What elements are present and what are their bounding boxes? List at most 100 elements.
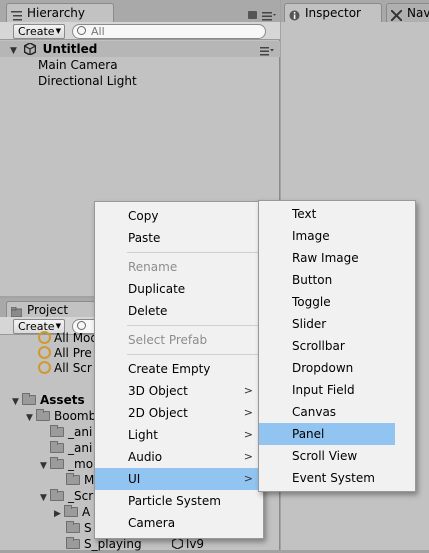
tree-item[interactable]: _ani bbox=[50, 440, 92, 456]
submenu-item-label: Button bbox=[292, 273, 333, 287]
submenu-item-dropdown[interactable]: Dropdown bbox=[259, 357, 415, 379]
tree-label: M bbox=[84, 473, 95, 487]
hierarchy-list-icon bbox=[11, 8, 22, 21]
hierarchy-options-icon[interactable] bbox=[262, 10, 276, 21]
tab-hierarchy-label: Hierarchy bbox=[27, 6, 86, 20]
menu-item-label: Paste bbox=[128, 231, 161, 245]
folder-icon bbox=[22, 393, 36, 405]
search-favorite-icon bbox=[38, 346, 51, 359]
submenu-item-event-system[interactable]: Event System bbox=[259, 467, 415, 489]
tree-item[interactable]: _ani bbox=[50, 424, 92, 440]
search-favorite-icon bbox=[38, 331, 51, 344]
tree-label: _ani bbox=[68, 425, 93, 439]
hierarchy-item[interactable]: Directional Light bbox=[38, 73, 137, 89]
folder-icon bbox=[50, 457, 64, 469]
menu-item-label: Camera bbox=[128, 516, 176, 530]
expand-arrow-icon: ▼ bbox=[26, 413, 33, 423]
menu-item-label: Particle System bbox=[128, 494, 221, 508]
favorite-item[interactable]: All Mod bbox=[38, 330, 98, 346]
menu-separator bbox=[127, 325, 259, 326]
submenu-item-label: Panel bbox=[292, 427, 325, 441]
submenu-item-panel[interactable]: Panel bbox=[259, 423, 395, 445]
menu-item-2d-object[interactable]: 2D Object > bbox=[95, 402, 263, 424]
tab-navigation-label: Nav bbox=[407, 6, 429, 20]
hierarchy-search-input[interactable]: All bbox=[72, 24, 266, 39]
menu-item-select-prefab: Select Prefab bbox=[95, 329, 263, 351]
submenu-item-image[interactable]: Image bbox=[259, 225, 415, 247]
tree-label: _ani bbox=[68, 441, 93, 455]
unity-scene-icon bbox=[23, 42, 37, 56]
submenu-item-label: Toggle bbox=[292, 295, 331, 309]
menu-item-particle-system[interactable]: Particle System bbox=[95, 490, 263, 512]
folder-icon bbox=[50, 489, 64, 501]
favorite-label: All Mod bbox=[54, 331, 99, 345]
menu-item-3d-object[interactable]: 3D Object > bbox=[95, 380, 263, 402]
tree-label: A bbox=[82, 505, 91, 519]
submenu-item-canvas[interactable]: Canvas bbox=[259, 401, 415, 423]
folder-icon bbox=[50, 425, 64, 437]
search-favorite-icon bbox=[38, 361, 51, 374]
project-file-label: lv9 bbox=[186, 537, 205, 551]
menu-item-label: UI bbox=[128, 472, 141, 486]
tab-inspector[interactable]: Inspector bbox=[284, 3, 382, 23]
chevron-right-icon: > bbox=[243, 406, 253, 419]
folder-icon bbox=[10, 305, 23, 318]
submenu-item-input-field[interactable]: Input Field bbox=[259, 379, 415, 401]
submenu-item-label: Input Field bbox=[292, 383, 355, 397]
navigation-icon bbox=[390, 8, 403, 22]
menu-item-label: 2D Object bbox=[128, 406, 188, 420]
search-icon bbox=[77, 26, 86, 35]
tree-label: _Scr bbox=[68, 489, 94, 503]
menu-item-ui[interactable]: UI > bbox=[95, 468, 263, 490]
tab-navigation[interactable]: Nav bbox=[386, 3, 429, 23]
submenu-item-toggle[interactable]: Toggle bbox=[259, 291, 415, 313]
submenu-item-raw-image[interactable]: Raw Image bbox=[259, 247, 415, 269]
tab-hierarchy[interactable]: Hierarchy bbox=[6, 3, 114, 23]
tree-label: S_playing bbox=[84, 537, 142, 551]
folder-icon bbox=[36, 409, 50, 421]
hierarchy-create-label: Create bbox=[18, 25, 55, 38]
menu-item-label: Delete bbox=[128, 304, 168, 318]
menu-item-create-empty[interactable]: Create Empty bbox=[95, 358, 263, 380]
chevron-right-icon: > bbox=[243, 472, 253, 485]
submenu-item-text[interactable]: Text bbox=[259, 203, 415, 225]
ui-submenu: Text Image Raw Image Button Toggle Slide… bbox=[258, 200, 416, 492]
tree-label: _mo bbox=[68, 457, 94, 471]
chevron-right-icon: > bbox=[243, 384, 253, 397]
expand-arrow-icon: ▼ bbox=[40, 461, 47, 471]
menu-item-delete[interactable]: Delete bbox=[95, 300, 263, 322]
context-menu: Copy Paste Rename Duplicate Delete Selec… bbox=[94, 201, 264, 539]
hierarchy-create-button[interactable]: Create ▼ bbox=[13, 24, 65, 39]
menu-item-paste[interactable]: Paste bbox=[95, 227, 263, 249]
folder-icon bbox=[66, 537, 80, 549]
hierarchy-item[interactable]: Main Camera bbox=[38, 57, 118, 73]
favorite-item[interactable]: All Scr bbox=[38, 360, 92, 376]
scene-options-icon[interactable] bbox=[260, 45, 274, 56]
tab-project-label: Project bbox=[27, 303, 69, 317]
submenu-item-label: Scroll View bbox=[292, 449, 358, 463]
menu-item-duplicate[interactable]: Duplicate bbox=[95, 278, 263, 300]
favorite-item[interactable]: All Pre bbox=[38, 345, 92, 361]
menu-item-label: Light bbox=[128, 428, 158, 442]
menu-item-label: Audio bbox=[128, 450, 163, 464]
hierarchy-search-placeholder: All bbox=[91, 25, 105, 38]
submenu-item-label: Raw Image bbox=[292, 251, 359, 265]
menu-item-light[interactable]: Light > bbox=[95, 424, 263, 446]
submenu-item-scrollbar[interactable]: Scrollbar bbox=[259, 335, 415, 357]
menu-item-audio[interactable]: Audio > bbox=[95, 446, 263, 468]
tree-item[interactable]: M bbox=[66, 472, 94, 488]
chevron-right-icon: > bbox=[243, 450, 253, 463]
submenu-item-scroll-view[interactable]: Scroll View bbox=[259, 445, 415, 467]
tree-item[interactable]: S bbox=[66, 520, 92, 536]
tree-label: Boomb bbox=[54, 409, 97, 423]
menu-item-label: Duplicate bbox=[128, 282, 186, 296]
search-icon bbox=[77, 321, 86, 330]
menu-item-camera[interactable]: Camera bbox=[95, 512, 263, 534]
folder-icon bbox=[66, 473, 80, 485]
menu-item-copy[interactable]: Copy bbox=[95, 205, 263, 227]
hierarchy-lock-icon[interactable] bbox=[248, 11, 257, 19]
tab-project[interactable]: Project bbox=[6, 301, 96, 318]
submenu-item-button[interactable]: Button bbox=[259, 269, 415, 291]
submenu-item-slider[interactable]: Slider bbox=[259, 313, 415, 335]
folder-icon bbox=[66, 521, 80, 533]
